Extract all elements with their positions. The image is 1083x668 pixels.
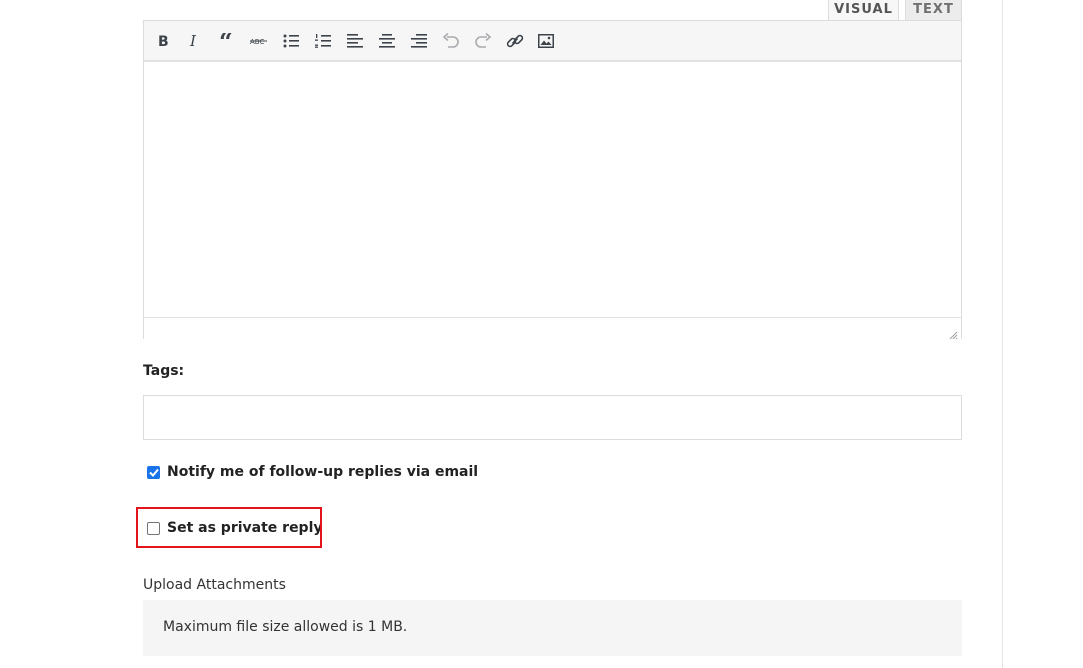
editor-toolbar: B I “ ABC — [144, 21, 961, 62]
rich-text-editor: B I “ ABC — [143, 20, 962, 340]
notify-option[interactable]: Notify me of follow-up replies via email — [147, 464, 478, 480]
svg-text:“: “ — [219, 33, 233, 49]
undo-icon[interactable] — [441, 31, 461, 51]
upload-attachments-label: Upload Attachments — [143, 577, 286, 593]
resize-handle-icon[interactable] — [949, 327, 958, 340]
strikethrough-icon[interactable]: ABC — [249, 31, 269, 51]
notify-checkbox[interactable] — [147, 465, 160, 479]
bold-icon[interactable]: B — [153, 31, 173, 51]
redo-icon[interactable] — [473, 31, 493, 51]
align-right-icon[interactable] — [409, 31, 429, 51]
svg-text:ABC: ABC — [250, 38, 264, 46]
blockquote-icon[interactable]: “ — [217, 31, 237, 51]
tags-input[interactable] — [143, 395, 962, 440]
bulleted-list-icon[interactable] — [281, 31, 301, 51]
align-left-icon[interactable] — [345, 31, 365, 51]
editor-content-area[interactable] — [144, 64, 961, 317]
svg-text:I: I — [189, 33, 197, 49]
italic-icon[interactable]: I — [185, 31, 205, 51]
tab-text[interactable]: TEXT — [905, 0, 962, 20]
tags-label: Tags: — [143, 363, 185, 379]
svg-text:B: B — [158, 34, 169, 49]
upload-dropzone[interactable]: Maximum file size allowed is 1 MB. — [143, 600, 962, 656]
tab-visual[interactable]: VISUAL — [828, 0, 899, 20]
align-center-icon[interactable] — [377, 31, 397, 51]
editor-statusbar — [144, 317, 961, 340]
numbered-list-icon[interactable] — [313, 31, 333, 51]
link-icon[interactable] — [505, 31, 525, 51]
highlight-box — [136, 507, 322, 548]
right-divider — [1002, 0, 1003, 668]
notify-label: Notify me of follow-up replies via email — [167, 464, 479, 480]
upload-size-note: Maximum file size allowed is 1 MB. — [163, 619, 408, 635]
image-icon[interactable] — [536, 31, 556, 51]
checkmark-icon — [148, 468, 159, 477]
